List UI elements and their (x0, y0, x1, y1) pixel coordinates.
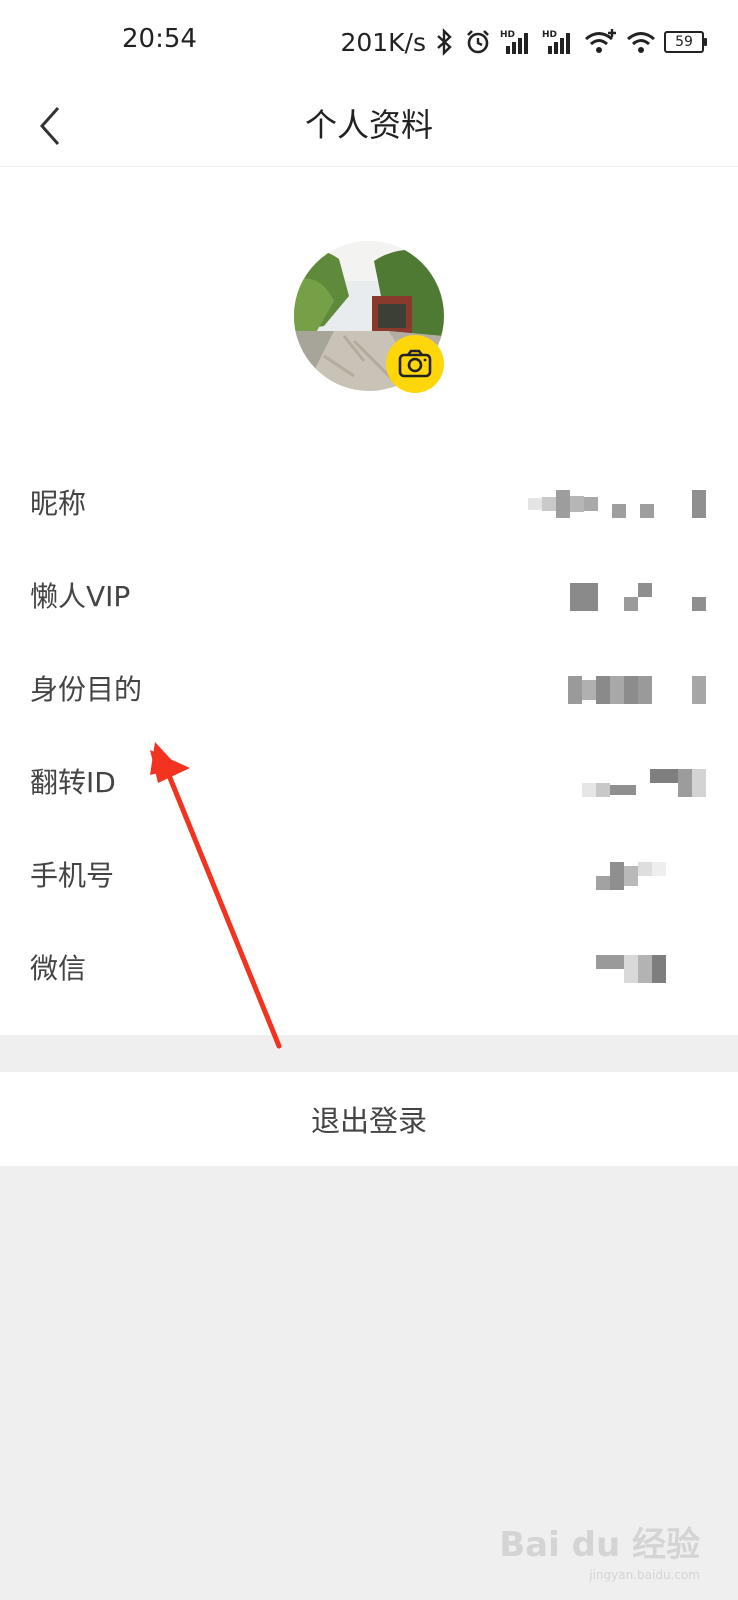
profile-panel: 昵称 懒人VIP 身份目的 翻转ID 手机号 微信 (0, 167, 738, 1035)
network-speed: 201K/s (340, 27, 426, 57)
row-value-pixelated (528, 487, 706, 521)
watermark-url: jingyan.baidu.com (589, 1568, 700, 1582)
row-value-pixelated (582, 766, 706, 800)
page-title: 个人资料 (304, 106, 433, 144)
svg-text:HD: HD (500, 30, 515, 40)
row-label: 翻转ID (30, 766, 116, 799)
row-value-pixelated (596, 859, 706, 893)
logout-button[interactable]: 退出登录 (0, 1072, 738, 1166)
row-flip-id[interactable]: 翻转ID (0, 736, 738, 830)
row-label: 微信 (30, 952, 87, 985)
camera-button[interactable] (386, 335, 444, 393)
row-phone[interactable]: 手机号 (0, 829, 738, 923)
row-value-pixelated (568, 673, 706, 707)
row-value-pixelated (570, 580, 706, 614)
row-label: 懒人VIP (30, 580, 131, 613)
svg-text:HD: HD (542, 30, 557, 40)
status-icons: 201K/s HD HD 59 (340, 22, 707, 62)
nav-bar: 个人资料 (0, 84, 738, 167)
row-identity-purpose[interactable]: 身份目的 (0, 643, 738, 737)
wifi-plus-icon (585, 29, 616, 53)
row-label: 手机号 (30, 859, 115, 892)
row-nickname[interactable]: 昵称 (0, 457, 738, 551)
bluetooth-icon (437, 28, 452, 56)
status-bar: 20:54 201K/s HD HD 59 (0, 0, 738, 84)
status-time: 20:54 (122, 24, 197, 54)
row-vip[interactable]: 懒人VIP (0, 550, 738, 644)
signal-hd-icon: HD (500, 30, 528, 54)
row-label: 身份目的 (30, 673, 143, 706)
watermark-brand: Bai du 经验 (499, 1525, 700, 1565)
row-wechat[interactable]: 微信 (0, 922, 738, 1016)
row-label: 昵称 (30, 487, 87, 520)
watermark: Bai du 经验 jingyan.baidu.com (499, 1517, 700, 1582)
alarm-icon (467, 30, 489, 54)
battery-icon: 59 (664, 31, 707, 53)
camera-icon (398, 349, 432, 378)
row-value-pixelated (596, 952, 706, 986)
signal-hd-icon: HD (542, 30, 570, 54)
wifi-icon (627, 32, 655, 53)
